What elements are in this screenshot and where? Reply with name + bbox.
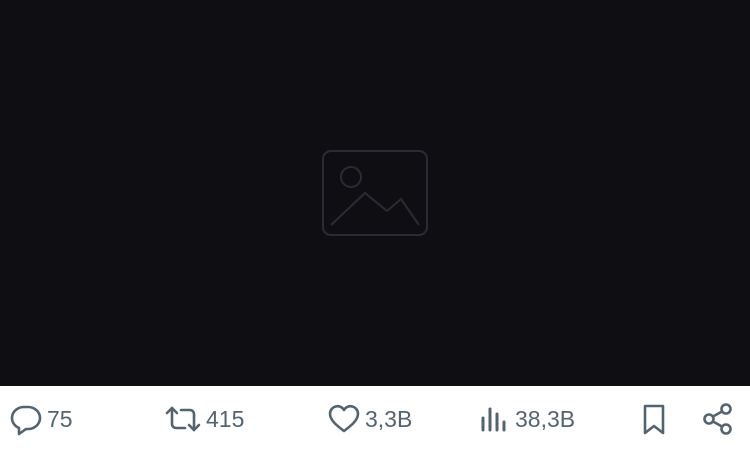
reply-icon <box>10 405 42 436</box>
action-bar: 75 415 3,3B 38,3B <box>0 386 750 452</box>
views-count: 38,3B <box>515 405 576 432</box>
repost-button[interactable]: 415 <box>163 386 244 452</box>
like-button[interactable]: 3,3B <box>326 386 412 452</box>
repost-icon <box>165 406 201 432</box>
heart-icon <box>328 404 360 433</box>
post: 75 415 3,3B 38,3B <box>0 0 750 452</box>
like-count: 3,3B <box>365 405 413 432</box>
reply-button[interactable]: 75 <box>8 386 73 452</box>
share-icon <box>703 403 732 435</box>
post-photo[interactable] <box>0 0 750 386</box>
image-placeholder <box>0 0 750 386</box>
share-button[interactable] <box>700 386 736 452</box>
views-button[interactable]: 38,3B <box>478 386 575 452</box>
reply-count: 75 <box>47 405 73 432</box>
views-chart-icon <box>481 407 506 432</box>
repost-count: 415 <box>206 405 245 432</box>
bookmark-icon <box>643 404 665 435</box>
bookmark-button[interactable] <box>638 386 670 452</box>
